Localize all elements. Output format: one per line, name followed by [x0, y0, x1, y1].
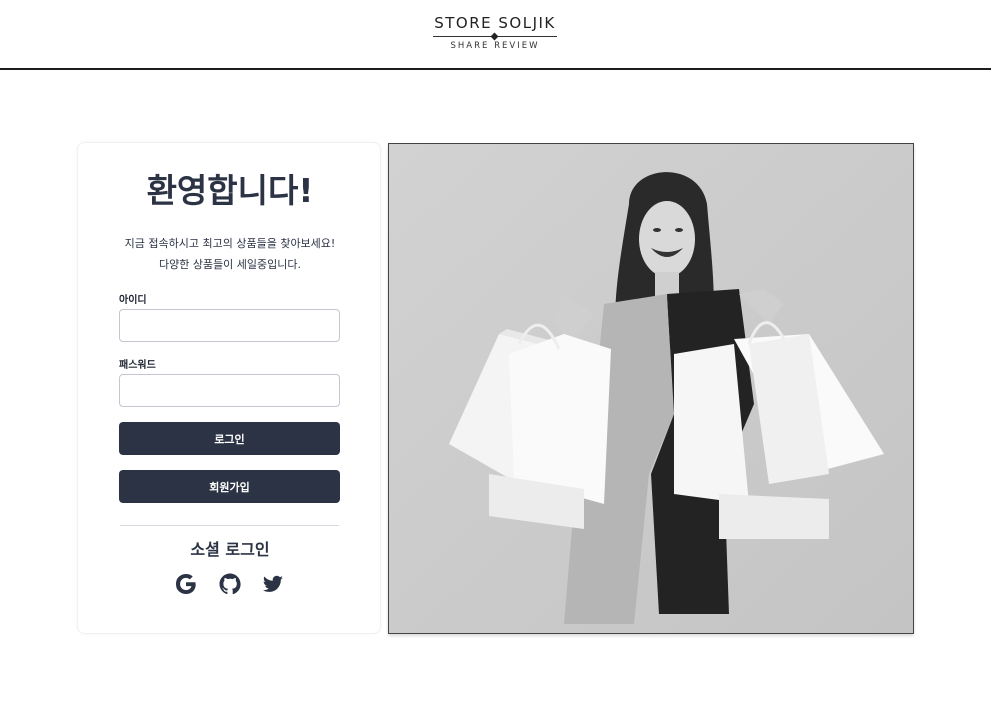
welcome-title: 환영합니다!	[146, 171, 314, 210]
welcome-description: 지금 접속하시고 최고의 상품들을 찾아보세요! 다양한 상품들이 세일중입니다…	[78, 233, 382, 275]
password-label: 패스워드	[119, 360, 156, 371]
signup-button[interactable]: 회원가입	[119, 470, 340, 503]
site-header: STORE SOLJIK SHARE REVIEW	[0, 0, 991, 70]
login-button[interactable]: 로그인	[119, 422, 340, 455]
google-icon[interactable]	[174, 572, 198, 596]
social-divider	[120, 525, 339, 526]
twitter-icon[interactable]	[261, 572, 285, 596]
login-card: 환영합니다! 지금 접속하시고 최고의 상품들을 찾아보세요! 다양한 상품들이…	[77, 142, 381, 634]
social-login-title: 소셜 로그인	[190, 540, 270, 559]
description-line-1: 지금 접속하시고 최고의 상품들을 찾아보세요!	[124, 237, 336, 250]
logo-ornament	[433, 32, 557, 41]
description-line-2: 다양한 상품들이 세일중입니다.	[158, 258, 302, 271]
id-input[interactable]	[119, 309, 340, 342]
store-logo[interactable]: STORE SOLJIK SHARE REVIEW	[395, 14, 595, 52]
logo-subtitle: SHARE REVIEW	[450, 41, 540, 51]
shopping-woman-image	[389, 144, 913, 633]
logo-title: STORE SOLJIK	[434, 14, 556, 32]
password-input[interactable]	[119, 374, 340, 407]
github-icon[interactable]	[218, 572, 242, 596]
id-label: 아이디	[119, 295, 147, 306]
hero-photo	[388, 143, 914, 634]
